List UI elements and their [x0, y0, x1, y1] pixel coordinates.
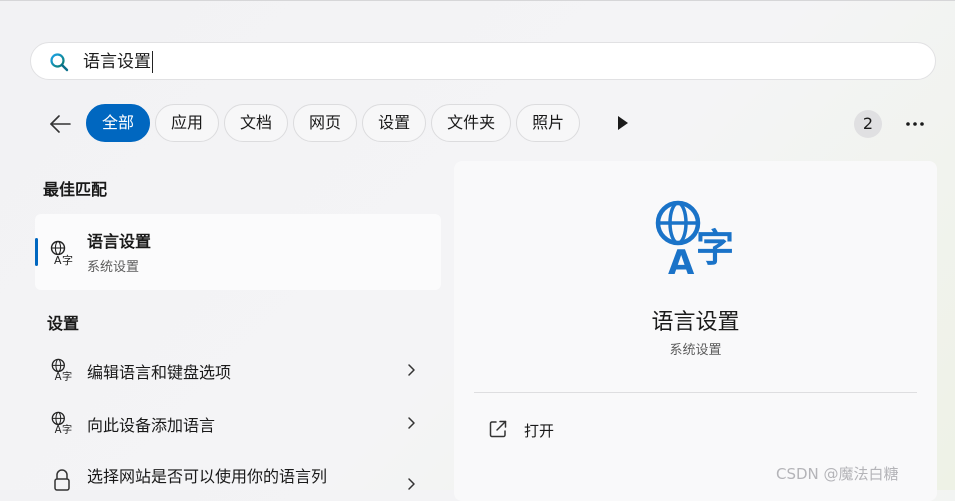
open-external-icon [489, 420, 507, 438]
more-options-icon[interactable] [903, 112, 927, 136]
settings-item-label: 向此设备添加语言 [87, 416, 216, 435]
filter-chip-web[interactable]: 网页 [293, 104, 358, 142]
open-button[interactable]: 打开 [474, 409, 917, 449]
settings-item-add-language[interactable]: A 字 向此设备添加语言 [35, 401, 441, 445]
settings-item-edit-language-keyboard[interactable]: A 字 编辑语言和键盘选项 [35, 348, 441, 392]
settings-heading: 设置 [47, 314, 80, 333]
detail-pane: A 字 语言设置 系统设置 打开 [454, 161, 937, 501]
filter-bar: 全部 应用 文档 网页 设置 文件夹 照片 [86, 104, 581, 142]
svg-text:字: 字 [696, 226, 734, 270]
settings-item-website-language-list[interactable]: 选择网站是否可以使用你的语言列 [35, 452, 441, 496]
svg-text:A: A [55, 372, 62, 382]
top-edge-line [0, 0, 955, 1]
search-icon [50, 53, 69, 72]
filter-chip-settings[interactable]: 设置 [362, 104, 427, 142]
detail-subtitle: 系统设置 [669, 343, 722, 358]
svg-text:字: 字 [62, 253, 73, 266]
language-settings-icon: A 字 [50, 240, 73, 266]
settings-item-label: 编辑语言和键盘选项 [87, 363, 232, 382]
chevron-right-icon [408, 364, 415, 376]
watermark: CSDN @魔法白糖 [776, 465, 899, 483]
search-input[interactable]: 语言设置 [83, 51, 153, 73]
best-match-item[interactable]: A 字 语言设置 系统设置 [35, 214, 441, 290]
svg-text:A: A [54, 254, 62, 266]
best-match-title: 语言设置 [87, 232, 152, 251]
settings-item-label: 选择网站是否可以使用你的语言列 [87, 467, 328, 486]
language-icon: A 字 [51, 358, 72, 382]
chevron-right-icon [408, 417, 415, 429]
filter-chip-documents[interactable]: 文档 [224, 104, 289, 142]
filter-chip-all[interactable]: 全部 [86, 104, 151, 142]
count-badge[interactable]: 2 [854, 110, 882, 138]
detail-title: 语言设置 [651, 310, 740, 335]
svg-text:字: 字 [62, 370, 72, 382]
svg-text:A: A [55, 425, 62, 435]
svg-text:A: A [668, 243, 695, 279]
language-settings-large-icon: A 字 [655, 200, 734, 279]
lock-icon [54, 469, 70, 491]
best-match-subtitle: 系统设置 [87, 260, 140, 275]
play-more-filters-icon[interactable] [616, 114, 630, 132]
filter-chip-apps[interactable]: 应用 [155, 104, 220, 142]
search-box[interactable]: 语言设置 [30, 42, 936, 80]
best-match-heading: 最佳匹配 [43, 180, 108, 199]
language-icon: A 字 [51, 411, 72, 435]
filter-chip-photos[interactable]: 照片 [516, 104, 581, 142]
back-arrow-icon[interactable] [46, 110, 74, 138]
svg-text:字: 字 [62, 423, 72, 435]
filter-chip-folders[interactable]: 文件夹 [431, 104, 512, 142]
detail-divider [474, 392, 917, 393]
selection-accent [35, 238, 38, 266]
open-label: 打开 [524, 422, 555, 440]
